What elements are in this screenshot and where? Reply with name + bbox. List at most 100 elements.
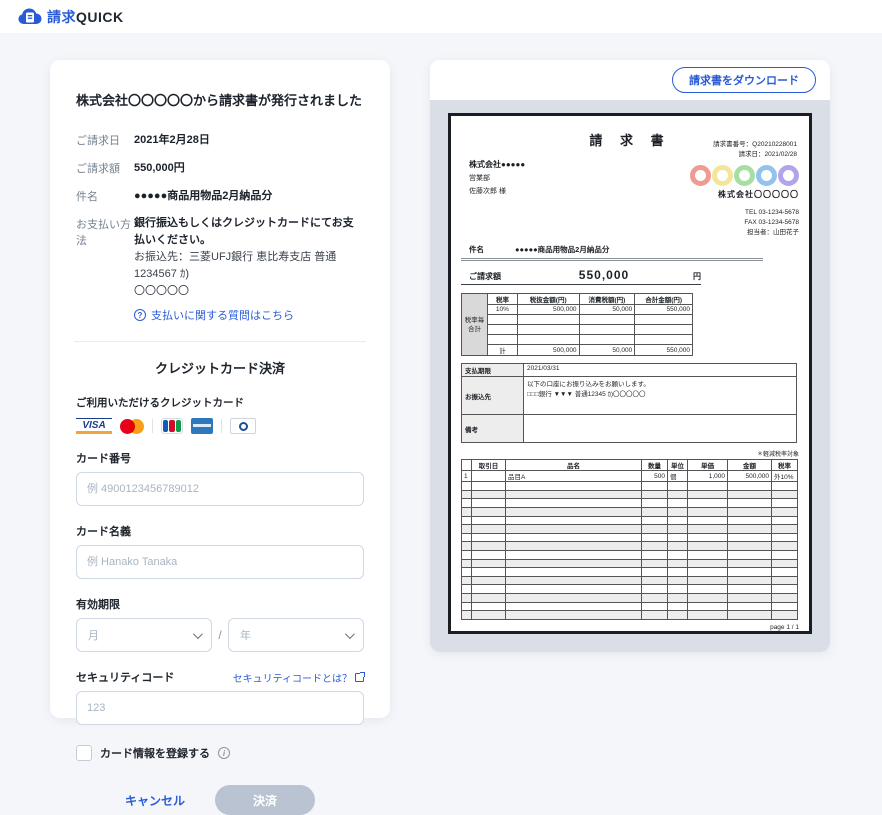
remarks-label: 備考	[462, 415, 524, 443]
invoice-amount-row: ご請求額 550,000 円	[461, 264, 701, 285]
brand-divider	[152, 419, 153, 433]
issuer-fax: FAX 03-1234-5678	[461, 218, 799, 228]
download-invoice-button[interactable]: 請求書をダウンロード	[672, 67, 816, 93]
line-item-row	[462, 611, 798, 620]
accepted-cards-label: ご利用いただけるクレジットカード	[76, 395, 364, 410]
payment-method-line3: 〇〇〇〇〇	[134, 283, 364, 300]
security-code-input[interactable]	[76, 691, 364, 725]
invoice-amount-value: 550,000	[515, 268, 693, 282]
card-name-input[interactable]	[76, 545, 364, 579]
line-item-row	[462, 525, 798, 534]
card-number-field: カード番号	[76, 450, 364, 506]
question-icon: ?	[134, 309, 146, 321]
tax-summary-row	[488, 325, 693, 335]
form-actions: キャンセル 決済	[76, 785, 364, 815]
recipient-person: 佐藤次郎 様	[469, 185, 525, 198]
cancel-button[interactable]: キャンセル	[125, 792, 185, 809]
app-logo: 請求QUICK	[18, 7, 124, 27]
issuer-company: 株式会社〇〇〇〇〇	[689, 189, 799, 200]
expiry-year-select[interactable]: 年	[228, 618, 364, 652]
invoice-preview-area: 請 求 書 請求書番号：Q20210228001 請求日：2021/02/28 …	[430, 100, 830, 652]
invoice-amount-label: ご請求額	[469, 271, 515, 282]
line-item-row	[462, 550, 798, 559]
bank-label: お振込先	[462, 377, 524, 415]
deadline-row: 支払期限 2021/03/31	[462, 364, 797, 377]
invoice-date: 請求日：2021/02/28	[713, 150, 797, 160]
payment-method-label: お支払い方法	[76, 215, 134, 323]
card-name-field: カード名義	[76, 523, 364, 579]
line-item-row	[462, 585, 798, 594]
invoice-document: 請 求 書 請求書番号：Q20210228001 請求日：2021/02/28 …	[448, 113, 812, 634]
payment-method-line2: お振込先：三菱UFJ銀行 恵比寿支店 普通 1234567 ｶ)	[134, 249, 364, 283]
info-row-billing-amount: ご請求額 550,000円	[76, 159, 364, 176]
line-item-row	[462, 559, 798, 568]
expiry-month-select[interactable]: 月	[76, 618, 212, 652]
logo-ring-icon	[734, 165, 755, 186]
logo-ring-icon	[778, 165, 799, 186]
tax-summary-row: 計 500,000 50,000 550,000	[488, 345, 693, 356]
reduced-tax-note: ＊軽減税率対象	[461, 449, 799, 458]
invoice-subject-value: ●●●●●商品用物品2月納品分	[515, 244, 609, 255]
save-card-row: カード情報を登録する i	[76, 745, 364, 761]
amex-icon	[191, 418, 213, 434]
issuer-contact: TEL 03-1234-5678 FAX 03-1234-5678 担当者：山田…	[461, 208, 799, 238]
section-divider	[74, 341, 366, 342]
info-row-billing-date: ご請求日 2021年2月28日	[76, 131, 364, 148]
payment-faq-link[interactable]: ? 支払いに関する質問はこちら	[134, 307, 364, 323]
security-code-help-label: セキュリティコードとは？	[233, 670, 352, 685]
card-brand-icons: VISA	[76, 418, 364, 434]
issuer-tel: TEL 03-1234-5678	[461, 208, 799, 218]
invoice-number: 請求書番号：Q20210228001	[713, 140, 797, 150]
card-name-label: カード名義	[76, 523, 131, 539]
app-title: 請求QUICK	[47, 7, 124, 27]
payment-method-value: 銀行振込もしくはクレジットカードにてお支払いください。 お振込先：三菱UFJ銀行…	[134, 215, 364, 323]
invoice-amount-unit: 円	[693, 271, 701, 282]
mastercard-icon	[120, 419, 144, 434]
payment-faq-link-label: 支払いに関する質問はこちら	[151, 307, 294, 323]
invoice-subject-label: 件名	[469, 244, 515, 255]
line-items-table: 取引日 品名 数量 単位 単価 金額 税率 1	[461, 459, 798, 620]
line-item-row	[462, 576, 798, 585]
logo-ring-icon	[712, 165, 733, 186]
subject-label: 件名	[76, 187, 134, 204]
app-header: 請求QUICK	[0, 0, 882, 33]
invoice-issuer: 株式会社〇〇〇〇〇	[689, 157, 799, 200]
line-item-row	[462, 490, 798, 499]
tax-summary-table: 税率 税抜金額(円) 消費税額(円) 合計金額(円) 10% 500,000	[487, 293, 693, 356]
payment-method-line1: 銀行振込もしくはクレジットカードにてお支払いください。	[134, 215, 364, 249]
save-card-checkbox[interactable]	[76, 745, 92, 761]
billing-date-value: 2021年2月28日	[134, 131, 210, 148]
line-item-row	[462, 516, 798, 525]
external-link-icon	[355, 673, 364, 682]
invoice-meta: 請求書番号：Q20210228001 請求日：2021/02/28	[713, 140, 797, 161]
billing-amount-value: 550,000円	[134, 159, 185, 176]
diners-club-icon	[230, 418, 256, 434]
deadline-value: 2021/03/31	[524, 364, 797, 377]
line-item-row	[462, 568, 798, 577]
bank-value: 以下の口座にお振り込みをお願いします。 □□□銀行 ▼▼▼ 普通12345 ｶ)…	[524, 377, 797, 415]
page-indicator: page 1 / 1	[461, 624, 799, 631]
invoice-preview-panel: 請求書をダウンロード 請 求 書 請求書番号：Q20210228001 請求日：…	[430, 60, 830, 652]
remarks-value	[524, 415, 797, 443]
invoice-issued-title: 株式会社〇〇〇〇〇から請求書が発行されました	[76, 90, 364, 109]
invoice-panel-header: 請求書をダウンロード	[430, 60, 830, 100]
security-code-help-link[interactable]: セキュリティコードとは？	[233, 670, 364, 685]
jcb-icon	[161, 418, 183, 434]
issuer-logo-rings	[689, 165, 799, 186]
tax-summary-row	[488, 315, 693, 325]
recipient-company: 株式会社●●●●●	[469, 157, 525, 172]
expiry-year-placeholder: 年	[240, 627, 251, 643]
info-icon[interactable]: i	[218, 747, 230, 759]
card-number-input[interactable]	[76, 472, 364, 506]
subject-value: ●●●●●商品用物品2月納品分	[134, 187, 272, 204]
tax-summary: 税率毎合計 税率 税抜金額(円) 消費税額(円) 合計金額(円)	[461, 293, 799, 356]
remarks-row: 備考	[462, 415, 797, 443]
line-item-row: 1 品目A 500 個 1,000 500,000 外10%	[462, 471, 798, 482]
pay-button[interactable]: 決済	[215, 785, 315, 815]
card-number-label: カード番号	[76, 450, 131, 466]
info-row-payment-method: お支払い方法 銀行振込もしくはクレジットカードにてお支払いください。 お振込先：…	[76, 215, 364, 323]
issuer-person: 担当者：山田花子	[461, 228, 799, 238]
save-card-label: カード情報を登録する	[100, 745, 210, 761]
line-item-row	[462, 507, 798, 516]
tax-summary-row: 10% 500,000 50,000 550,000	[488, 305, 693, 315]
